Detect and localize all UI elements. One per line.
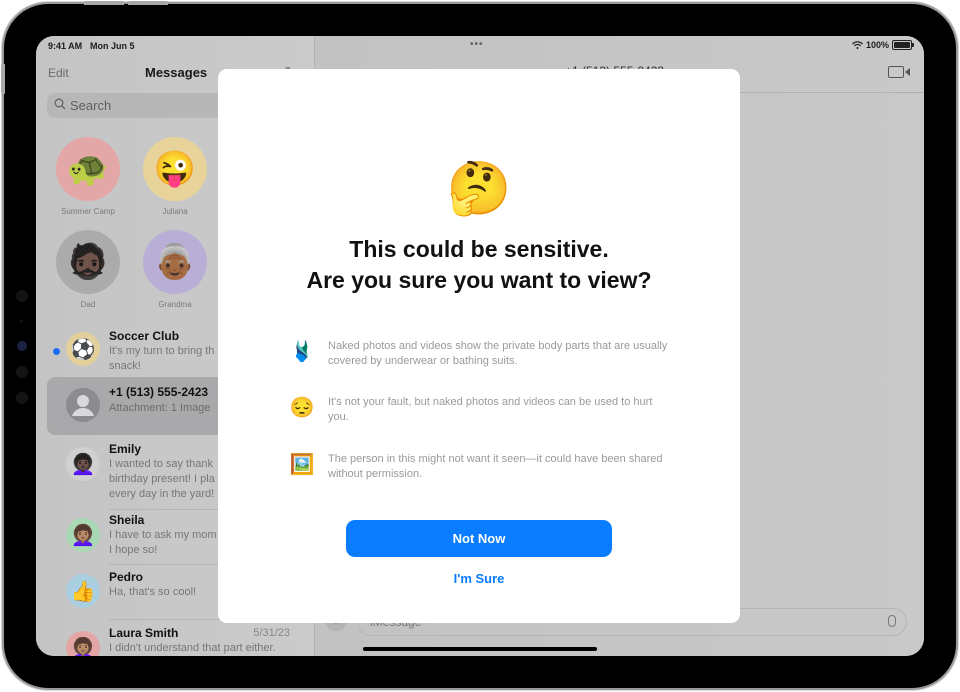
reason-text: Naked photos and videos show the private… — [328, 340, 668, 367]
pensive-face-icon: 😔 — [289, 397, 315, 419]
sidebar-title: Messages — [145, 65, 208, 80]
conversation-preview: Ha, that's so cool! — [109, 586, 197, 598]
status-time: 9:41 AM — [48, 41, 83, 51]
framed-picture-icon: 🖼️ — [289, 454, 315, 476]
warning-title-line1: This could be sensitive. — [349, 236, 609, 262]
avatar: 👩🏿‍🦱 — [66, 447, 100, 481]
camera-sensor — [16, 290, 28, 302]
status-right: 100% — [852, 40, 914, 50]
conversation-name: +1 (513) 555-2423 — [109, 385, 209, 399]
conversation-name: Soccer Club — [109, 329, 180, 343]
top-button — [1, 64, 5, 94]
conversation-date: 5/31/23 — [253, 627, 290, 639]
conversation-name: Emily — [109, 442, 142, 456]
avatar: ⚽ — [66, 332, 100, 366]
battery-percent: 100% — [865, 40, 889, 50]
conversation-name: Pedro — [109, 570, 144, 584]
microphone-icon[interactable] — [888, 615, 896, 627]
status-date: Mon Jun 5 — [90, 41, 135, 51]
camera-sensor — [16, 392, 28, 404]
conversation-preview: I wanted to say thank birthday present! … — [109, 458, 215, 500]
avatar: 😜 — [143, 137, 207, 201]
front-camera — [17, 341, 27, 351]
avatar: 👩🏽‍🦱 — [66, 631, 100, 656]
home-indicator[interactable] — [363, 647, 597, 651]
warning-title-line2: Are you sure you want to view? — [306, 267, 652, 293]
conversation-name: Laura Smith — [109, 626, 179, 640]
person-icon — [66, 388, 100, 422]
sensitive-content-warning-sheet: 🤔 This could be sensitive. Are you sure … — [218, 69, 740, 623]
volume-button — [128, 1, 168, 5]
pinned-conversation[interactable]: 🐢 Summer Camp — [43, 137, 133, 216]
status-bar: 9:41 AM Mon Jun 5 ••• 100% — [36, 36, 924, 58]
reason-text: The person in this might not want it see… — [328, 453, 663, 480]
pinned-conversation[interactable]: 😜 Juliana — [130, 137, 220, 216]
search-icon — [54, 98, 66, 113]
battery-icon — [892, 40, 914, 50]
im-sure-button[interactable]: I'm Sure — [218, 570, 740, 587]
pinned-name: Dad — [80, 300, 96, 309]
thinking-face-icon: 🤔 — [446, 160, 512, 218]
search-placeholder: Search — [70, 98, 112, 113]
avatar: 👵🏾 — [143, 230, 207, 294]
reason-text: It's not your fault, but naked photos an… — [328, 396, 653, 423]
pinned-name: Grandma — [158, 300, 192, 309]
pinned-conversation[interactable]: 🧔🏿 Dad — [43, 230, 133, 309]
avatar: 🧔🏿 — [56, 230, 120, 294]
conversation-name: Sheila — [109, 513, 145, 527]
pinned-conversation[interactable]: 👵🏾 Grandma — [130, 230, 220, 309]
video-camera-icon[interactable] — [888, 66, 910, 78]
conversation-preview: Attachment: 1 Image — [109, 402, 211, 414]
avatar: 🐢 — [56, 137, 120, 201]
pinned-name: Juliana — [162, 207, 188, 216]
camera-sensor — [16, 366, 28, 378]
unread-indicator — [53, 348, 60, 355]
camera-sensor — [20, 320, 23, 323]
not-now-button[interactable]: Not Now — [346, 520, 612, 557]
multitasking-dots[interactable]: ••• — [470, 39, 484, 50]
avatar: 👍 — [66, 574, 100, 608]
edit-button[interactable]: Edit — [48, 66, 69, 80]
conversation-preview: I have to ask my mom I hope so! — [109, 529, 217, 556]
swimsuit-icon: 🩱 — [289, 341, 315, 363]
avatar — [66, 388, 100, 422]
volume-button — [84, 1, 124, 5]
conversation-preview: It's my turn to bring th snack! — [109, 345, 215, 372]
avatar: 👩🏽‍🦱 — [66, 518, 100, 552]
wifi-icon — [852, 41, 863, 49]
pinned-name: Summer Camp — [61, 207, 115, 216]
conversation-preview: I didn't understand that part either. — [109, 642, 276, 654]
